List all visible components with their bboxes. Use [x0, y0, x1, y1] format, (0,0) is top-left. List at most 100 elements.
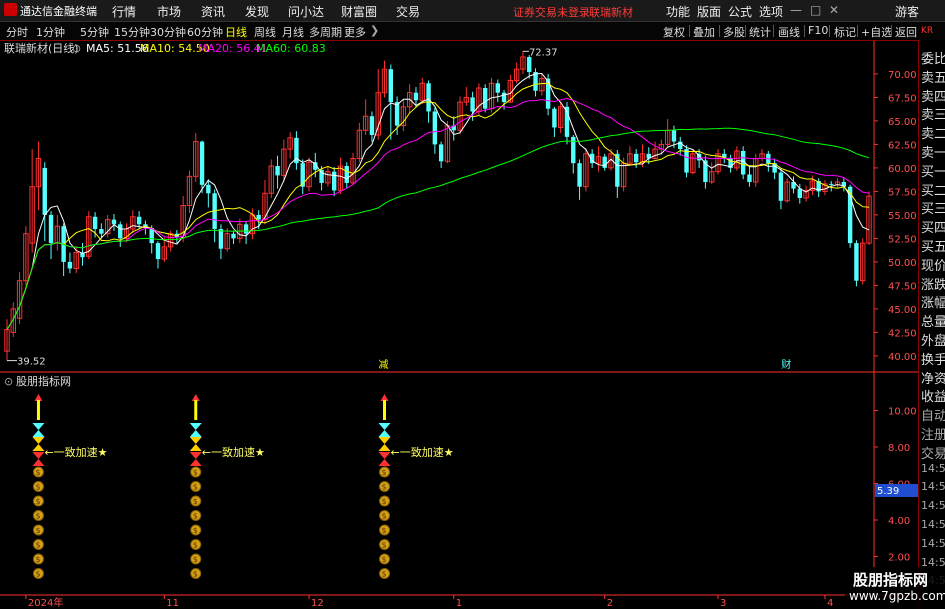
up-arrow-icon [380, 394, 389, 401]
quote-panel-label[interactable]: 交易 [921, 443, 945, 462]
up-arrow-icon [34, 394, 43, 401]
moving-average-lines [6, 50, 870, 362]
price-tick-label: 45.00 [888, 305, 917, 316]
money-bag-symbol: $ [193, 468, 198, 477]
butterfly-icon [378, 437, 391, 451]
indicator-signals: ←一致加速★ $ $ $ $ $ $ $ $ ←一致加速★ $ $ $ $ $ $ $ $ ←一致加速★ $ $ $ $ $ $… [32, 394, 454, 579]
candle-body [206, 184, 211, 194]
money-bag-symbol: $ [193, 483, 198, 492]
candle-body [344, 166, 349, 183]
money-bag-symbol: $ [35, 555, 40, 564]
candle-body [527, 56, 532, 73]
candle-body [48, 214, 54, 244]
money-bag-symbol: $ [382, 541, 387, 550]
indicator-dropdown-icon[interactable]: ⊙ [4, 375, 13, 388]
sub-tick-label: 4.00 [888, 516, 910, 527]
price-tick-label: 70.00 [888, 70, 917, 81]
candle-body [577, 163, 582, 187]
up-arrow-icon [191, 394, 200, 401]
candle-body [300, 163, 305, 187]
butterfly-icon [189, 452, 202, 466]
candle-body [470, 97, 475, 112]
quote-panel-label: 卖五 [921, 70, 945, 86]
quote-panel-label: 买五 [921, 240, 945, 255]
candle-body [671, 130, 677, 142]
candle-body [155, 243, 161, 260]
candle-body [747, 174, 752, 182]
butterfly-icon [378, 452, 391, 466]
watermark-title: 股朋指标网 [853, 571, 929, 589]
quote-panel-label: 外盘 [921, 334, 945, 349]
quote-panel-label: 14:56 [921, 518, 945, 531]
candle-body [369, 116, 375, 135]
ma10-line [6, 83, 870, 330]
butterfly-icon [32, 452, 45, 466]
quote-panel-label: 14:56 [921, 499, 945, 513]
financial-report-marker[interactable]: 财 [781, 358, 791, 371]
money-bag-symbol: $ [35, 497, 40, 506]
quote-panel-label: 卖三 [921, 108, 945, 124]
money-bag-symbol: $ [35, 512, 40, 521]
time-tick-label: 12 [311, 598, 324, 609]
candle-body [413, 92, 419, 101]
signal-label: ←一致加速★ [202, 445, 265, 459]
candle-body [854, 243, 859, 281]
quote-panel-label[interactable]: 注册 [921, 424, 945, 443]
money-bag-symbol: $ [193, 570, 198, 579]
quote-panel-label: 卖四 [921, 89, 945, 105]
price-tick-label: 42.50 [888, 328, 917, 339]
butterfly-icon [378, 423, 391, 437]
watermark-url: www.7gpzb.com [849, 589, 945, 603]
quote-panel-label: 买三 [921, 202, 945, 218]
candle-body [633, 153, 639, 163]
ma20-line [6, 97, 870, 330]
candle-body [426, 83, 431, 112]
quote-side-panel: KR 委比 卖五 卖四 卖三 卖二 卖一 买一 买二 买三 买四 买五 现价 涨跌 涨幅 总量 外盘 换手 净资收… [918, 26, 945, 609]
butterfly-icon [32, 423, 45, 437]
candle-body [501, 92, 507, 103]
quote-panel-label: 涨幅 [921, 296, 945, 312]
price-tick-label: 47.50 [888, 281, 917, 292]
quote-panel-label: 买四 [921, 221, 945, 237]
legend-dropdown-icon[interactable]: ⊙ [72, 42, 81, 55]
money-bag-symbol: $ [35, 570, 40, 579]
money-bag-symbol: $ [35, 541, 40, 550]
candle-body [602, 156, 607, 168]
reduce-holdings-marker[interactable]: 减 [379, 359, 389, 371]
kline-chart[interactable]: ←一致加速★ $ $ $ $ $ $ $ $ ←一致加速★ $ $ $ $ $ $ $ $ ←一致加速★ $ $ $ $ $ $… [0, 0, 945, 609]
sub-tick-label: 8.00 [888, 443, 910, 454]
price-tick-label: 57.50 [888, 187, 917, 198]
candle-body [319, 169, 324, 183]
candle-body [482, 88, 488, 109]
candle-body [243, 224, 249, 234]
candle-body [684, 149, 689, 173]
quote-panel-label: 收益 [921, 390, 945, 406]
price-tick-label: 52.50 [888, 234, 917, 245]
candle-body [42, 167, 47, 215]
sub-price-value: 5.39 [877, 486, 899, 497]
quote-panel-label[interactable]: 自动 [921, 405, 945, 424]
quote-panel-label: 卖二 [921, 127, 945, 143]
legend-ma60: MA60: 60.83 [256, 42, 326, 55]
quote-panel-label: 14:56 [921, 461, 945, 475]
low-price-label: 39.52 [17, 357, 46, 368]
money-bag-symbol: $ [35, 468, 40, 477]
candle-body [92, 216, 98, 229]
money-bag-symbol: $ [35, 526, 40, 535]
money-bag-symbol: $ [193, 512, 198, 521]
quote-panel-label: 买一 [921, 164, 945, 180]
high-price-label: 72.37 [529, 47, 558, 58]
quote-panel-label: 涨跌 [921, 277, 945, 293]
candle-body [438, 144, 444, 162]
time-tick-label: 4 [827, 598, 833, 609]
candle-body [231, 233, 236, 239]
candle-body [495, 83, 500, 93]
quote-panel-label: 卖一 [921, 146, 945, 161]
price-tick-label: 55.00 [888, 211, 917, 222]
price-tick-label: 60.00 [888, 164, 917, 175]
quote-panel-label: 换手 [921, 352, 945, 368]
money-bag-symbol: $ [382, 468, 387, 477]
candle-body [199, 141, 205, 185]
price-tick-label: 40.00 [888, 352, 917, 363]
price-tick-label: 67.50 [888, 93, 917, 104]
